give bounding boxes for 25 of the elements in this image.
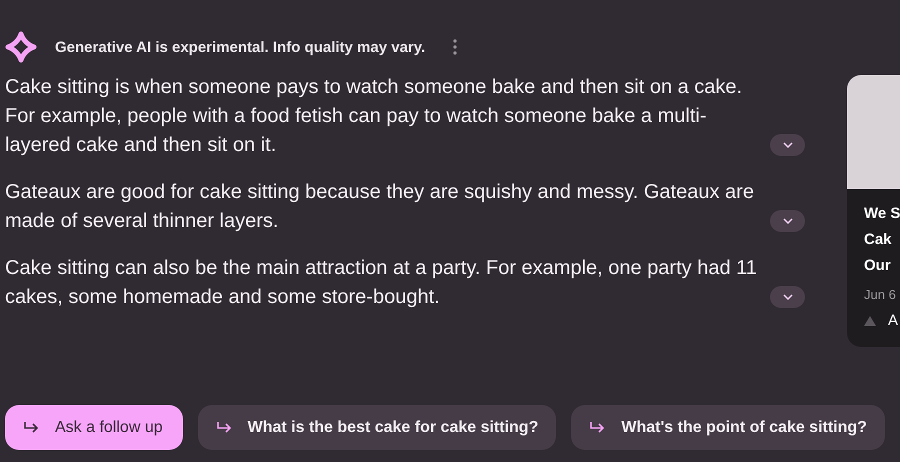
chevron-down-icon xyxy=(782,294,792,300)
reply-arrow-icon xyxy=(216,420,232,434)
source-name: A xyxy=(888,312,898,329)
sparkle-icon xyxy=(5,31,37,63)
answer-paragraph: Gateaux are good for cake sitting because they are squishy and messy. Gateaux are made of several thinner layers. xyxy=(5,180,755,234)
expand-button[interactable] xyxy=(770,286,805,308)
chevron-down-icon xyxy=(782,218,792,224)
reply-arrow-icon xyxy=(23,420,39,434)
source-card[interactable]: We S Cak Our Jun 6 A xyxy=(847,75,900,347)
card-title: Cak xyxy=(864,230,893,250)
follow-up-button[interactable]: Ask a follow up xyxy=(5,405,183,450)
suggestion-chip[interactable]: What's the point of cake sitting? xyxy=(571,405,885,450)
card-date: Jun 6 xyxy=(864,287,897,302)
reply-arrow-icon xyxy=(589,420,606,434)
expand-button[interactable] xyxy=(770,210,805,232)
card-title: We S xyxy=(864,204,900,224)
triangle-icon xyxy=(864,316,876,326)
card-title: Our xyxy=(864,256,892,276)
disclaimer-text: Generative AI is experimental. Info quality may vary. xyxy=(55,38,426,56)
answer-paragraph: Cake sitting is when someone pays to watch someone bake and then sit on a cake. For example, people with a food fetish can pay to watch someone bake a multi-layered cake and then sit on it. xyxy=(5,75,744,158)
suggestion-chip[interactable]: What is the best cake for cake sitting? xyxy=(198,405,556,450)
chevron-down-icon xyxy=(782,142,792,148)
answer-paragraph: Cake sitting can also be the main attraction at a party. For example, one party had 11 cakes, some homemade and some store-bought. xyxy=(5,256,758,310)
expand-button[interactable] xyxy=(770,134,805,156)
more-options-icon[interactable] xyxy=(453,39,458,55)
